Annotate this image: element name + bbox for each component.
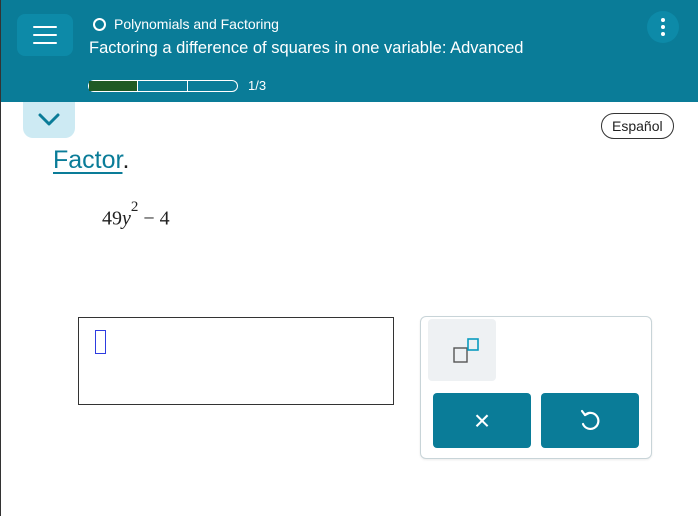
progress-segment: [188, 79, 238, 92]
menu-line: [33, 26, 57, 28]
progress-bar: 1/3: [88, 78, 266, 93]
instruction-period: .: [122, 146, 130, 174]
exponent: 2: [130, 199, 139, 215]
undo-button[interactable]: [541, 393, 639, 448]
page-subtitle: Factoring a difference of squares in one…: [89, 39, 524, 57]
exponent-button[interactable]: [428, 319, 496, 381]
topic: Polynomials and Factoring: [93, 16, 279, 32]
topic-label: Polynomials and Factoring: [114, 16, 279, 32]
exponent-template-icon: [453, 338, 479, 363]
page: Polynomials and Factoring Factoring a di…: [0, 0, 698, 516]
topic-circle-icon: [93, 17, 106, 31]
input-cursor-placeholder: [95, 330, 106, 354]
espanol-button[interactable]: Español: [601, 113, 674, 139]
math-keypad: ×: [420, 316, 652, 459]
progress-segment-complete: [88, 79, 138, 92]
expression-rest: − 4: [138, 207, 170, 230]
menu-line: [33, 34, 57, 36]
undo-icon: [580, 409, 600, 430]
header-bar: Polynomials and Factoring Factoring a di…: [1, 0, 698, 102]
chevron-down-icon: [38, 113, 60, 126]
math-expression: 49y2 − 4: [102, 199, 170, 231]
menu-button[interactable]: [17, 14, 73, 56]
factor-link[interactable]: Factor: [53, 146, 122, 174]
clear-button[interactable]: ×: [433, 393, 531, 448]
variable: y: [122, 207, 131, 230]
coefficient: 49: [102, 207, 122, 230]
progress-segment: [138, 79, 188, 92]
more-options-icon[interactable]: [647, 11, 679, 43]
answer-input[interactable]: [78, 317, 394, 405]
progress-text: 1/3: [248, 78, 267, 93]
instruction: Factor.: [53, 146, 129, 175]
menu-line: [33, 42, 57, 44]
collapse-header-button[interactable]: [23, 102, 75, 138]
